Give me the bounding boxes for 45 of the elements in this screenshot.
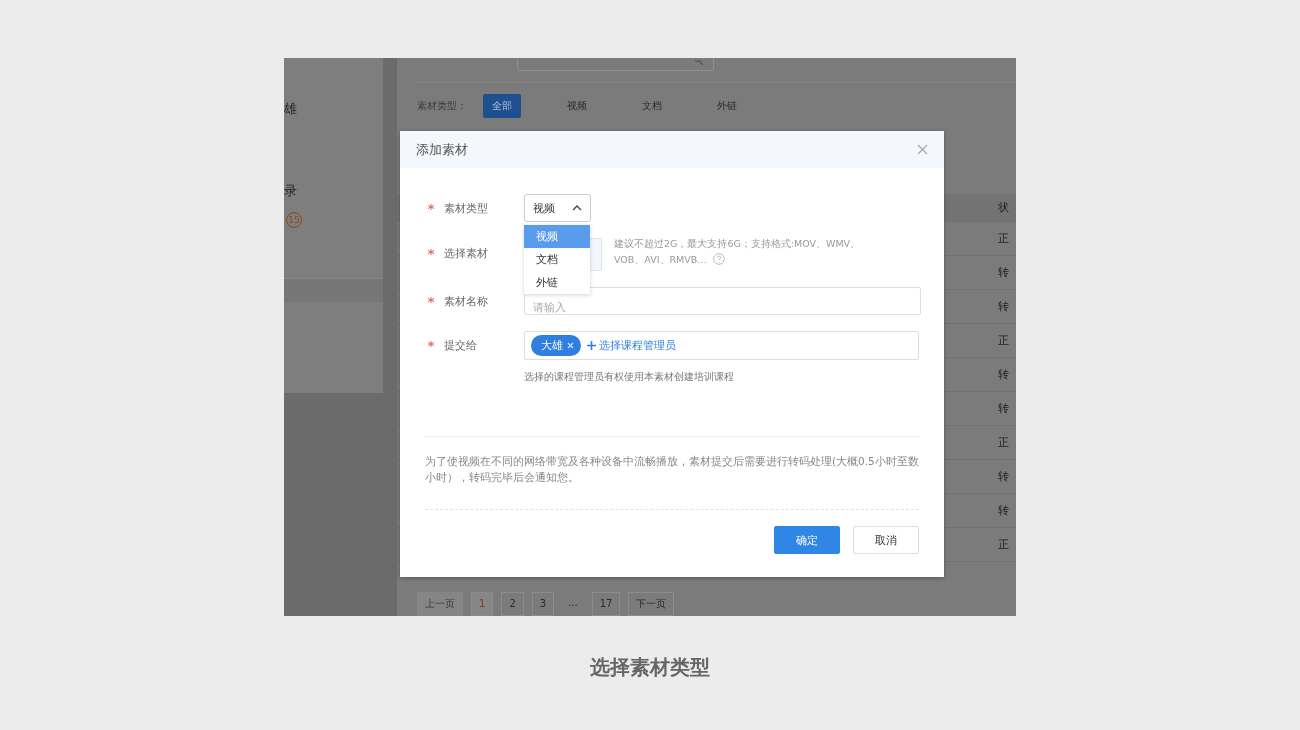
filter-tab[interactable]: 视频	[558, 93, 596, 118]
column-header: 状	[998, 200, 1010, 215]
filter-tab[interactable]: 外链	[708, 93, 746, 118]
table-cell-text: 转	[998, 469, 1010, 484]
table-cell-text: 转	[998, 503, 1010, 518]
table-cell-text: 转	[998, 299, 1010, 314]
table-cell-text: 正	[998, 231, 1010, 246]
field-label: 选择素材	[444, 246, 488, 261]
recipient-field[interactable]: 大雄 选择课程管理员	[524, 331, 919, 360]
dropdown-option[interactable]: 文档	[524, 248, 590, 271]
cancel-button[interactable]: 取消	[853, 526, 919, 554]
field-label: 素材名称	[444, 294, 488, 309]
caret-icon	[572, 205, 582, 211]
page-button[interactable]: 17	[591, 592, 621, 616]
table-cell-text: 正	[998, 537, 1010, 552]
help-icon	[712, 253, 725, 265]
field-label: 提交给	[444, 338, 477, 353]
help-text: 选择的课程管理员有权使用本素材创建培训课程	[524, 371, 735, 384]
dialog-title: 添加素材	[416, 140, 468, 159]
page-button[interactable]: 2	[501, 592, 524, 616]
ellipsis: ...	[567, 596, 579, 610]
close-icon[interactable]	[917, 144, 928, 155]
name-input-field[interactable]: 请输入	[524, 287, 921, 315]
search-field[interactable]	[517, 58, 714, 72]
confirm-button[interactable]: 确定	[774, 526, 840, 554]
add-manager-link[interactable]: 选择课程管理员	[587, 338, 676, 353]
table-cell-text: 正	[998, 333, 1010, 348]
table-cell-text: 转	[998, 265, 1010, 280]
remove-icon	[567, 342, 574, 349]
field-label: 素材类型	[444, 201, 488, 216]
filter-tab[interactable]: 全部	[483, 93, 521, 118]
page-button[interactable]: 1	[471, 592, 494, 616]
select-field[interactable]: 视频	[524, 194, 591, 222]
page-button[interactable]: 3	[531, 592, 555, 616]
transcode-note: 为了使视频在不同的网络带宽及各种设备中流畅播放，素材提交后需要进行转码处理(大概0.5小时至数小时），转码完毕后会通知您。	[425, 454, 919, 485]
sidebar-item[interactable]: 录	[284, 182, 297, 200]
slide-caption: 选择素材类型	[590, 654, 710, 681]
dropdown-option[interactable]: 视频	[524, 225, 590, 248]
plus-icon	[587, 341, 596, 350]
filter-tab[interactable]: 文档	[633, 93, 671, 118]
sidebar-item[interactable]: 雄	[284, 100, 297, 118]
table-cell-text: 转	[998, 367, 1010, 382]
recipient-tag[interactable]: 大雄	[531, 335, 581, 356]
table-cell-text: 正	[998, 435, 1010, 450]
table-cell-text: 转	[998, 401, 1010, 416]
